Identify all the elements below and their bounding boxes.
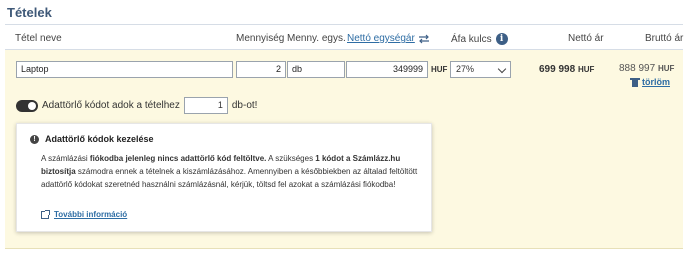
data-deletion-notice: ! Adattörlő kódok kezelése A számlázási … bbox=[16, 123, 432, 232]
vat-rate-select[interactable]: 27% bbox=[450, 61, 511, 78]
column-header-vat: Áfa kulcs i bbox=[451, 33, 508, 45]
toggle-label-before: Adattörlő kódot adok a tételhez bbox=[42, 100, 180, 111]
gross-total-value: 888 997 bbox=[619, 63, 656, 74]
notice-title-text: Adattörlő kódok kezelése bbox=[45, 134, 154, 144]
more-info-label[interactable]: További információ bbox=[54, 210, 127, 219]
column-header-net-price: Nettó ár bbox=[568, 33, 604, 44]
toggle-label-after: db-ot! bbox=[231, 100, 258, 111]
notice-body-bold: fiókodba jelenleg nincs adattörlő kód fe… bbox=[89, 154, 267, 163]
price-currency: HUF bbox=[431, 65, 448, 74]
column-header-net-unit-price[interactable]: Nettó egységár bbox=[347, 33, 430, 44]
code-count-input[interactable]: 1 bbox=[183, 97, 228, 114]
swap-icon[interactable] bbox=[418, 34, 430, 44]
data-deletion-code-toggle[interactable] bbox=[16, 99, 38, 112]
net-total-value: 699 998 bbox=[539, 64, 576, 75]
info-icon[interactable]: i bbox=[495, 33, 508, 45]
notice-body-text: számodra ennek a tételnek a kiszámlázásá… bbox=[41, 167, 418, 189]
item-unit-input[interactable]: db bbox=[287, 61, 345, 78]
net-unit-price-label[interactable]: Nettó egységár bbox=[347, 33, 415, 44]
column-header-gross-price: Bruttó ár bbox=[645, 33, 684, 44]
notice-title: ! Adattörlő kódok kezelése bbox=[30, 134, 154, 144]
column-header-quantity: Mennyiség bbox=[236, 33, 285, 44]
notice-body-text: A szükséges bbox=[266, 154, 316, 163]
net-total-currency: HUF bbox=[577, 65, 595, 74]
net-total: 699 998 HUF bbox=[539, 64, 594, 75]
gross-total-currency: HUF bbox=[657, 64, 675, 73]
external-link-icon[interactable] bbox=[41, 209, 50, 219]
column-header-name: Tétel neve bbox=[15, 33, 62, 44]
delete-item-label[interactable]: törlöm bbox=[642, 77, 670, 87]
notice-body: A számlázási fiókodba jelenleg nincs ada… bbox=[41, 152, 427, 191]
item-net-unit-price-input[interactable]: 349999 bbox=[346, 61, 428, 78]
delete-item-link[interactable]: törlöm bbox=[630, 77, 670, 87]
vat-label: Áfa kulcs bbox=[451, 33, 492, 45]
trash-icon[interactable] bbox=[630, 77, 640, 87]
chevron-down-icon bbox=[497, 64, 507, 74]
item-name-input[interactable]: Laptop bbox=[16, 61, 233, 78]
column-header-unit: Menny. egys. bbox=[287, 33, 346, 44]
gross-total: 888 997 HUF bbox=[619, 63, 674, 74]
data-deletion-code-row: Adattörlő kódot adok a tételhez 1 db-ot! bbox=[16, 97, 257, 114]
more-info-link[interactable]: További információ bbox=[41, 209, 127, 219]
exclamation-icon: ! bbox=[30, 134, 39, 144]
section-title: Tételek bbox=[7, 5, 52, 20]
notice-body-text: A számlázási bbox=[41, 154, 90, 163]
items-table-header: Tétel neve Mennyiség Menny. egys. Nettó … bbox=[5, 24, 683, 50]
item-quantity-input[interactable]: 2 bbox=[236, 61, 286, 78]
item-row-panel: Laptop 2 db 349999 HUF 27% 699 998 HUF 8… bbox=[5, 50, 683, 249]
vat-rate-value: 27% bbox=[456, 64, 475, 74]
